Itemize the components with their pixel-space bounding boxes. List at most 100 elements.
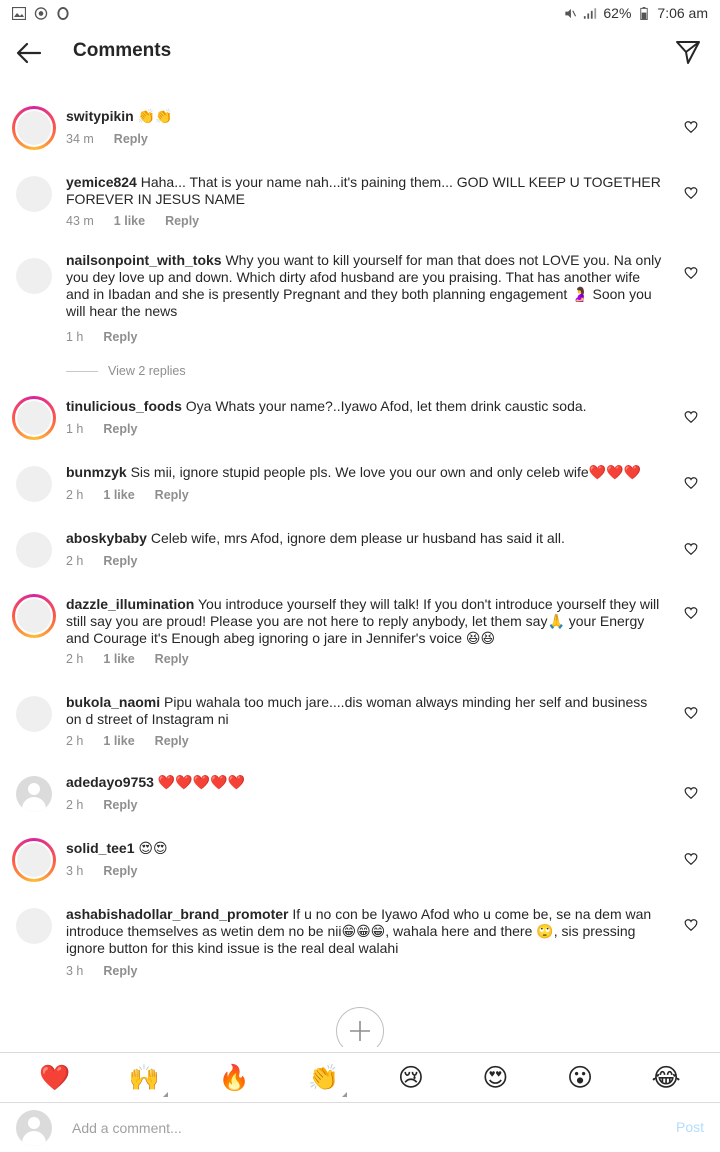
likes-count[interactable]: 1 like: [103, 488, 134, 502]
comment-text: adedayo9753 ❤️❤️❤️❤️❤️: [66, 774, 666, 791]
avatar[interactable]: [12, 396, 56, 440]
likes-count[interactable]: 1 like: [103, 652, 134, 666]
comment-username[interactable]: solid_tee1: [66, 840, 134, 856]
back-arrow-icon[interactable]: [14, 38, 44, 68]
avatar[interactable]: [12, 594, 56, 638]
comment-time: 2 h: [66, 734, 84, 748]
post-button[interactable]: Post: [676, 1119, 704, 1135]
emoji-heart[interactable]: ❤️: [39, 1063, 70, 1093]
battery-percent: 62%: [603, 5, 632, 21]
comment-meta: 34 m Reply: [66, 132, 168, 146]
like-heart-icon[interactable]: [684, 542, 698, 556]
comment-composer: Post: [0, 1102, 720, 1152]
comment-meta: 2 h 1 like Reply: [66, 488, 209, 502]
reply-button[interactable]: Reply: [103, 798, 137, 812]
like-heart-icon[interactable]: [684, 120, 698, 134]
comment-body: ❤️❤️❤️❤️❤️: [157, 774, 246, 790]
comment-time: 3 h: [66, 864, 84, 878]
comment-username[interactable]: tinulicious_foods: [66, 398, 182, 414]
like-heart-icon[interactable]: [684, 266, 698, 280]
comment-time: 1 h: [66, 330, 84, 344]
comment-time: 2 h: [66, 798, 84, 812]
comment-time: 3 h: [66, 964, 84, 978]
reply-button[interactable]: Reply: [103, 964, 137, 978]
comment-meta: 1 h Reply: [66, 422, 157, 436]
comment-body: Sis mii, ignore stupid people pls. We lo…: [130, 464, 641, 480]
emoji-surprised-face[interactable]: 😮: [567, 1063, 593, 1092]
comment-body: Celeb wife, mrs Afod, ignore dem please …: [150, 530, 565, 546]
likes-count[interactable]: 1 like: [114, 214, 145, 228]
comment-username[interactable]: bunmzyk: [66, 464, 127, 480]
avatar[interactable]: [16, 532, 52, 568]
comment-time: 34 m: [66, 132, 94, 146]
avatar[interactable]: [16, 466, 52, 502]
reply-button[interactable]: Reply: [103, 554, 137, 568]
reply-button[interactable]: Reply: [155, 652, 189, 666]
whatsapp-icon: [34, 6, 48, 20]
avatar[interactable]: [16, 258, 52, 294]
plus-icon: [350, 1021, 370, 1041]
like-heart-icon[interactable]: [684, 786, 698, 800]
comment-meta: 2 h 1 like Reply: [66, 652, 209, 666]
like-heart-icon[interactable]: [684, 186, 698, 200]
comment-meta: 3 h Reply: [66, 964, 157, 978]
comment-text: bunmzyk Sis mii, ignore stupid people pl…: [66, 464, 666, 481]
likes-count[interactable]: 1 like: [103, 734, 134, 748]
like-heart-icon[interactable]: [684, 410, 698, 424]
comment-body: Oya Whats your name?..Iyawo Afod, let th…: [185, 398, 587, 414]
reply-button[interactable]: Reply: [165, 214, 199, 228]
comment-time: 2 h: [66, 488, 84, 502]
avatar[interactable]: [16, 696, 52, 732]
view-replies-button[interactable]: View 2 replies: [66, 364, 186, 378]
emoji-clapping-hands[interactable]: 👏: [308, 1063, 348, 1097]
battery-icon: [640, 6, 649, 20]
comment-username[interactable]: ashabishadollar_brand_promoter: [66, 906, 289, 922]
emoji-laughing-face[interactable]: 😂: [652, 1063, 681, 1092]
comment-username[interactable]: switypikin: [66, 108, 134, 124]
emoji-fire[interactable]: 🔥: [219, 1063, 250, 1093]
comment-meta: 2 h Reply: [66, 554, 157, 568]
comment-username[interactable]: adedayo9753: [66, 774, 154, 790]
reply-button[interactable]: Reply: [155, 488, 189, 502]
load-more-button[interactable]: [336, 1007, 384, 1047]
like-heart-icon[interactable]: [684, 852, 698, 866]
comment-input[interactable]: [72, 1113, 632, 1143]
gallery-icon: [12, 6, 26, 20]
comment-username[interactable]: dazzle_illumination: [66, 596, 194, 612]
comment-username[interactable]: aboskybaby: [66, 530, 147, 546]
reply-button[interactable]: Reply: [103, 422, 137, 436]
comment-username[interactable]: bukola_naomi: [66, 694, 160, 710]
comments-list[interactable]: switypikin 👏👏 34 m Reply yemice824 Haha..…: [0, 82, 720, 1047]
emoji-crying-face[interactable]: 😢: [398, 1063, 424, 1092]
comment-time: 2 h: [66, 652, 84, 666]
status-bar: 62% 7:06 am: [0, 0, 720, 26]
comment-text: dazzle_illumination You introduce yourse…: [66, 596, 666, 647]
reply-button[interactable]: Reply: [114, 132, 148, 146]
page-title: Comments: [73, 40, 172, 61]
avatar[interactable]: [16, 908, 52, 944]
reply-button[interactable]: Reply: [103, 330, 137, 344]
emoji-heart-eyes[interactable]: 😍: [482, 1063, 508, 1092]
like-heart-icon[interactable]: [684, 476, 698, 490]
status-bar-right: 62% 7:06 am: [563, 5, 708, 21]
direct-send-icon[interactable]: [674, 38, 702, 66]
avatar[interactable]: [12, 106, 56, 150]
signal-icon: [584, 7, 597, 19]
comment-text: aboskybaby Celeb wife, mrs Afod, ignore …: [66, 530, 666, 547]
comment-username[interactable]: yemice824: [66, 174, 137, 190]
comment-body: Haha... That is your name nah...it's pai…: [66, 174, 661, 207]
comment-text: ashabishadollar_brand_promoter If u no c…: [66, 906, 666, 957]
comment-text: nailsonpoint_with_toks Why you want to k…: [66, 252, 666, 320]
avatar[interactable]: [12, 838, 56, 882]
like-heart-icon[interactable]: [684, 606, 698, 620]
emoji-raising-hands[interactable]: 🙌: [129, 1063, 169, 1097]
like-heart-icon[interactable]: [684, 706, 698, 720]
reply-button[interactable]: Reply: [103, 864, 137, 878]
avatar[interactable]: [16, 176, 52, 212]
reply-button[interactable]: Reply: [155, 734, 189, 748]
comment-text: solid_tee1 😍😍: [66, 840, 666, 857]
view-replies-label: View 2 replies: [108, 364, 186, 378]
avatar[interactable]: [16, 776, 52, 812]
like-heart-icon[interactable]: [684, 918, 698, 932]
comment-username[interactable]: nailsonpoint_with_toks: [66, 252, 222, 268]
